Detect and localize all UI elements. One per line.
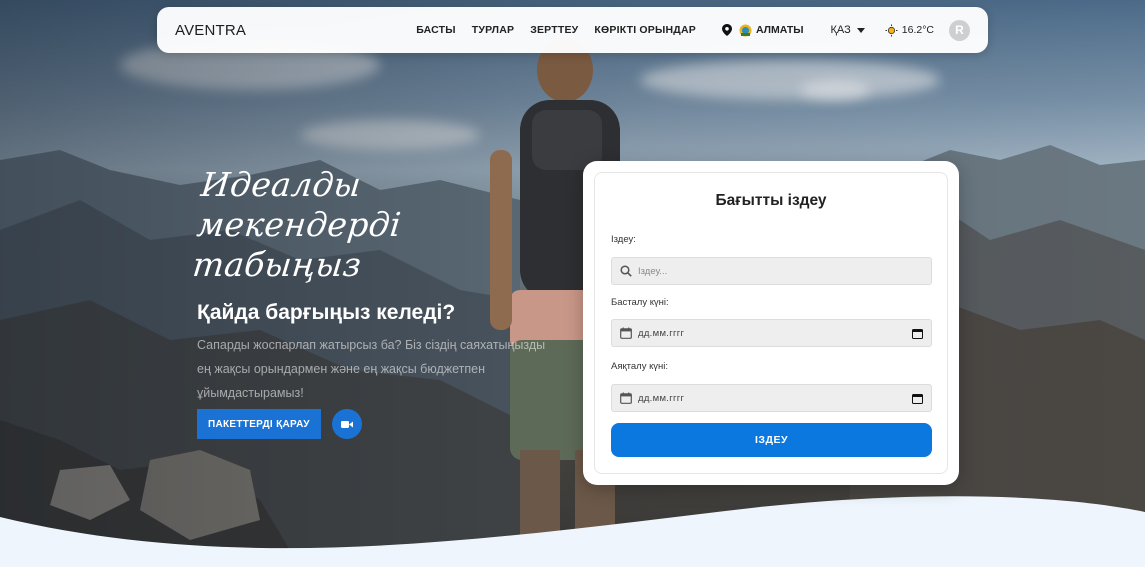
kz-emblem-icon: [739, 24, 752, 36]
hero-script-title-line1: Идеалды мекендерді: [195, 165, 404, 244]
caret-down-icon: [856, 27, 865, 33]
start-date-value: дд.мм.гггг: [638, 327, 685, 339]
nav-link-tours[interactable]: ТУРЛАР: [472, 24, 514, 36]
hero-background: [0, 0, 1145, 567]
calendar-icon: [620, 327, 632, 339]
end-date-value: дд.мм.гггг: [638, 392, 685, 404]
language-selector[interactable]: ҚАЗ: [831, 24, 865, 36]
search-input[interactable]: Іздеу...: [611, 257, 932, 285]
nav-links: БАСТЫ ТУРЛАР ЗЕРТТЕУ КӨРІКТІ ОРЫНДАР: [416, 24, 696, 36]
weather-widget: 16.2°C: [885, 24, 934, 37]
nav-link-home[interactable]: БАСТЫ: [416, 24, 455, 36]
calendar-picker-icon[interactable]: [912, 328, 923, 339]
search-submit-button[interactable]: ІЗДЕУ: [611, 423, 932, 457]
location-label: АЛМАТЫ: [755, 24, 804, 36]
end-date-label: Аяқталу күні:: [611, 361, 668, 372]
view-packages-button[interactable]: ПАКЕТТЕРДІ ҚАРАУ: [197, 409, 321, 439]
play-video-button[interactable]: [331, 409, 362, 439]
search-placeholder: Іздеу...: [638, 265, 668, 277]
site-logo[interactable]: AVENTRA: [175, 22, 246, 39]
nav-link-sights[interactable]: КӨРІКТІ ОРЫНДАР: [594, 24, 696, 36]
search-form: Бағытты іздеу Іздеу: Іздеу... Басталу кү…: [594, 172, 948, 474]
search-card: Бағытты іздеу Іздеу: Іздеу... Басталу кү…: [583, 161, 959, 485]
hero-subtitle: Сапарды жоспарлап жатырсыз ба? Біз сізді…: [197, 338, 546, 400]
hero-text-block: Идеалды мекендерді табыңыз Қайда барғыңы…: [191, 165, 567, 439]
start-date-label: Басталу күні:: [611, 297, 669, 308]
search-card-title: Бағытты іздеу: [715, 192, 827, 209]
weather-temperature: 16.2°C: [901, 24, 934, 36]
end-date-field[interactable]: дд.мм.гггг: [611, 384, 932, 412]
top-navbar: AVENTRA БАСТЫ ТУРЛАР ЗЕРТТЕУ КӨРІКТІ ОРЫ…: [157, 7, 988, 53]
search-label: Іздеу:: [611, 234, 636, 245]
hero-cta-row: ПАКЕТТЕРДІ ҚАРАУ: [197, 409, 567, 439]
hero-headline: Қайда барғыңыз келеді?: [197, 301, 456, 324]
video-camera-icon: [340, 420, 353, 428]
hero-script-title-line2: табыңыз: [190, 245, 364, 284]
start-date-field[interactable]: дд.мм.гггг: [611, 319, 932, 347]
calendar-picker-icon[interactable]: [912, 393, 923, 404]
calendar-icon: [620, 392, 632, 404]
nav-link-explore[interactable]: ЗЕРТТЕУ: [530, 24, 578, 36]
sun-icon: [885, 24, 898, 36]
language-label: ҚАЗ: [830, 24, 851, 36]
magnifier-icon: [620, 265, 632, 277]
location-pin-icon: [721, 24, 732, 36]
hero-script-title: Идеалды мекендерді табыңыз: [191, 165, 574, 285]
location-selector[interactable]: АЛМАТЫ: [721, 24, 804, 37]
avatar[interactable]: R: [949, 19, 970, 41]
wave-divider: [0, 496, 1145, 567]
